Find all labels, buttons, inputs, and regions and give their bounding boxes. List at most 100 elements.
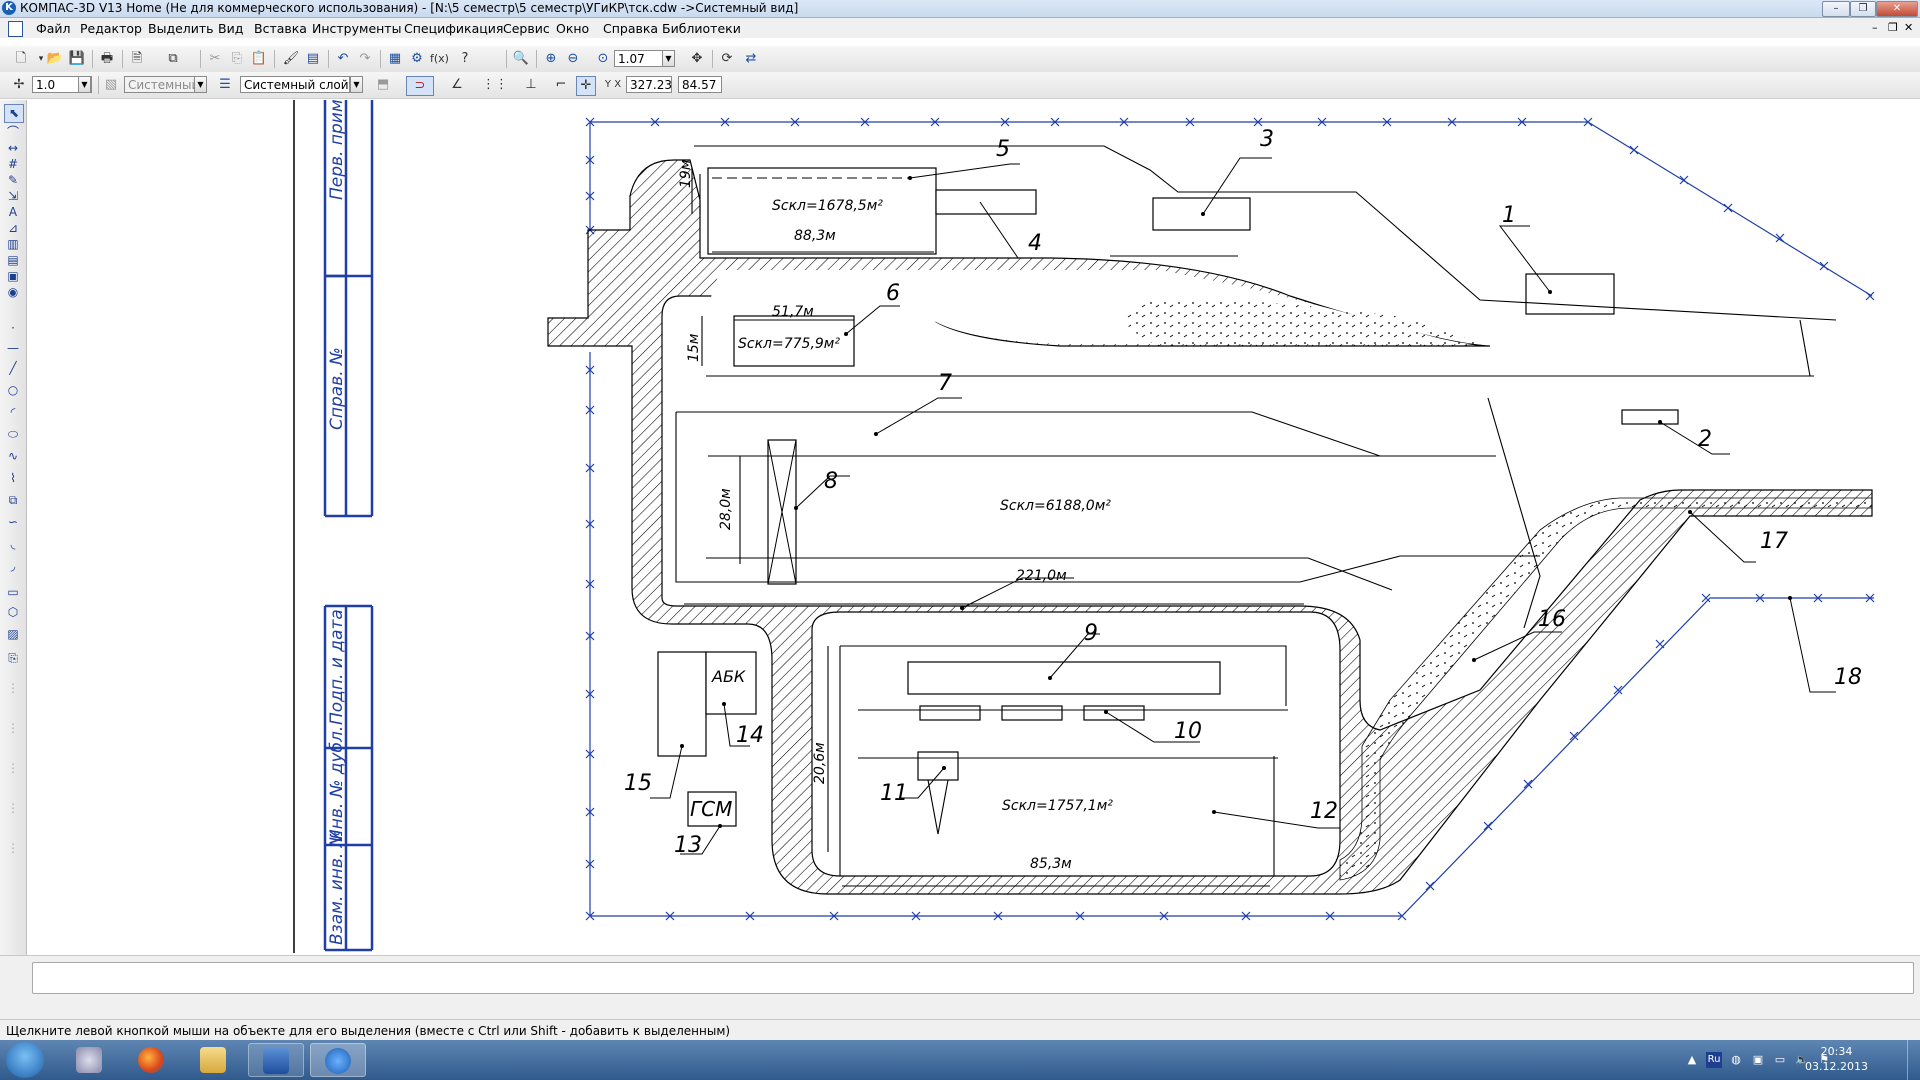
clock[interactable]: 20:34 03.12.2013 <box>1805 1044 1868 1074</box>
menu-window[interactable]: Окно <box>556 21 589 36</box>
copy-objects-icon[interactable]: ⎘ <box>4 650 22 667</box>
rectangle-icon[interactable]: ▭ <box>4 584 22 601</box>
tray-arrow-icon[interactable]: ▲ <box>1684 1052 1700 1068</box>
fillet-icon[interactable]: ◟ <box>4 536 22 553</box>
dynamic-snap-icon[interactable]: ✛ <box>576 76 596 96</box>
menu-select[interactable]: Выделить <box>148 21 214 36</box>
point-tool-icon[interactable]: · <box>4 320 22 337</box>
fragments-tool-icon[interactable]: ◉ <box>4 284 22 301</box>
bezier-icon[interactable]: ∽ <box>4 514 22 531</box>
properties-panel[interactable] <box>32 962 1914 994</box>
show-desktop-button[interactable] <box>1907 1040 1920 1080</box>
tray-network-app-icon[interactable]: ◍ <box>1728 1052 1744 1068</box>
document-icon[interactable] <box>8 21 23 37</box>
step-cursor-icon[interactable]: ✢ <box>10 76 28 94</box>
spec-tool-icon[interactable]: ▥ <box>4 236 22 253</box>
pan-icon[interactable]: ✥ <box>688 50 706 68</box>
help-pointer-icon[interactable]: ? <box>456 50 474 68</box>
calculator-icon[interactable]: ▦ <box>386 50 404 68</box>
aux-line-icon[interactable]: — <box>4 340 22 357</box>
layer-icon[interactable]: ☰ <box>216 76 234 94</box>
close-button[interactable]: ✕ <box>1876 1 1918 17</box>
minimize-button[interactable]: – <box>1822 1 1850 17</box>
tray-display-icon[interactable]: ▭ <box>1772 1052 1788 1068</box>
drawing-canvas[interactable]: Перв. примен. Справ. № Подп. и дата Инв.… <box>28 100 1920 953</box>
disabled-tool-icon[interactable]: ⋮ <box>4 680 22 697</box>
paste-icon[interactable]: 📋 <box>250 50 268 68</box>
redo-icon[interactable]: ↷ <box>356 50 374 68</box>
undo-icon[interactable]: ↶ <box>334 50 352 68</box>
layer-dropdown-icon[interactable]: ▼ <box>350 76 363 93</box>
libraries-icon[interactable]: ▤ <box>304 50 322 68</box>
open-icon[interactable]: 📂 <box>46 50 64 68</box>
kompas-app-icon[interactable]: K <box>2 1 16 15</box>
spline-icon[interactable]: ∿ <box>4 448 22 465</box>
copy-icon[interactable]: ⎘ <box>228 50 246 68</box>
doc-minimize-button[interactable]: – <box>1872 21 1878 34</box>
refresh-icon[interactable]: ⟳ <box>718 50 736 68</box>
zoom-in-icon[interactable]: ⊕ <box>542 50 560 68</box>
properties-icon[interactable]: 🖌 <box>282 50 300 68</box>
menu-specification[interactable]: Спецификация <box>404 21 503 36</box>
hatch-icon[interactable]: ▨ <box>4 626 22 643</box>
ortho-mode-icon[interactable]: ⌐ <box>552 76 570 94</box>
reports-tool-icon[interactable]: ▤ <box>4 252 22 269</box>
start-button[interactable] <box>6 1042 44 1078</box>
measure-tool-icon[interactable]: A <box>4 204 22 221</box>
taskbar-kompas[interactable] <box>310 1043 366 1077</box>
polyline-icon[interactable]: ⌇ <box>4 470 22 487</box>
edit-tool-icon[interactable]: ✎ <box>4 172 22 189</box>
color-icon[interactable]: ⬒ <box>374 76 392 94</box>
zoom-out-icon[interactable]: ⊖ <box>564 50 582 68</box>
manager-icon[interactable]: ⧉ <box>164 50 182 68</box>
select-by-icon[interactable]: ⊿ <box>4 220 22 237</box>
params-tool-icon[interactable]: ⇲ <box>4 188 22 205</box>
menu-view[interactable]: Вид <box>218 21 243 36</box>
select-tool-icon[interactable]: ⬉ <box>4 104 24 123</box>
style-dropdown-icon[interactable]: ▼ <box>194 76 207 93</box>
save-icon[interactable]: 💾 <box>68 50 86 68</box>
menu-insert[interactable]: Вставка <box>254 21 307 36</box>
restore-button[interactable]: ❐ <box>1850 1 1876 17</box>
disabled-tool3-icon[interactable]: ⋮ <box>4 760 22 777</box>
zoom-window-icon[interactable]: 🔍 <box>512 50 530 68</box>
menu-file[interactable]: Файл <box>36 21 71 36</box>
orthogonal-icon[interactable]: ∠ <box>448 76 466 94</box>
zoom-dropdown-icon[interactable]: ▼ <box>662 50 675 67</box>
disabled-tool5-icon[interactable]: ⋮ <box>4 840 22 857</box>
grid-icon[interactable]: ⋮⋮ <box>482 76 508 94</box>
ellipse-icon[interactable]: ⬭ <box>4 426 22 443</box>
language-indicator[interactable]: Ru <box>1706 1052 1722 1068</box>
chamfer-icon[interactable]: ◞ <box>4 558 22 575</box>
taskbar-word[interactable] <box>248 1043 304 1077</box>
coord-y-field[interactable]: 84.57 <box>678 76 722 93</box>
segment-icon[interactable]: ╱ <box>4 360 22 377</box>
arc-icon[interactable]: ◜ <box>4 404 22 421</box>
layer-field[interactable]: Системный слой ( <box>240 76 350 93</box>
view-state-icon[interactable]: ▧ <box>102 76 120 94</box>
contour-icon[interactable]: ⧉ <box>4 492 22 509</box>
insert-tool-icon[interactable]: ▣ <box>4 268 22 285</box>
menu-tools[interactable]: Инструменты <box>312 21 401 36</box>
circle-icon[interactable]: ○ <box>4 382 22 399</box>
snap-magnet-icon[interactable]: ⊃ <box>406 76 434 96</box>
geometry-tool-icon[interactable]: ⌒ <box>4 124 22 141</box>
disabled-tool4-icon[interactable]: ⋮ <box>4 800 22 817</box>
variables-icon[interactable]: ⚙ <box>408 50 426 68</box>
taskbar-firefox[interactable] <box>124 1043 180 1077</box>
new-document-icon[interactable]: 🗋 <box>12 50 30 68</box>
menu-service[interactable]: Сервис <box>503 21 550 36</box>
cut-icon[interactable]: ✂ <box>206 50 224 68</box>
disabled-tool2-icon[interactable]: ⋮ <box>4 720 22 737</box>
menu-help[interactable]: Справка <box>603 21 658 36</box>
print-icon[interactable]: 🖶 <box>98 50 116 68</box>
local-cs-icon[interactable]: ⊥ <box>522 76 540 94</box>
taskbar-explorer[interactable] <box>186 1043 242 1077</box>
doc-close-button[interactable]: ✕ <box>1904 21 1913 34</box>
preview-icon[interactable]: 🗎 <box>128 50 146 68</box>
doc-restore-button[interactable]: ❐ <box>1888 21 1898 34</box>
function-icon[interactable]: f(x) <box>430 50 449 68</box>
dimensions-tool-icon[interactable]: ↔ <box>4 140 22 157</box>
coord-x-field[interactable]: 327.23 <box>626 76 672 93</box>
tray-app-icon[interactable]: ▣ <box>1750 1052 1766 1068</box>
